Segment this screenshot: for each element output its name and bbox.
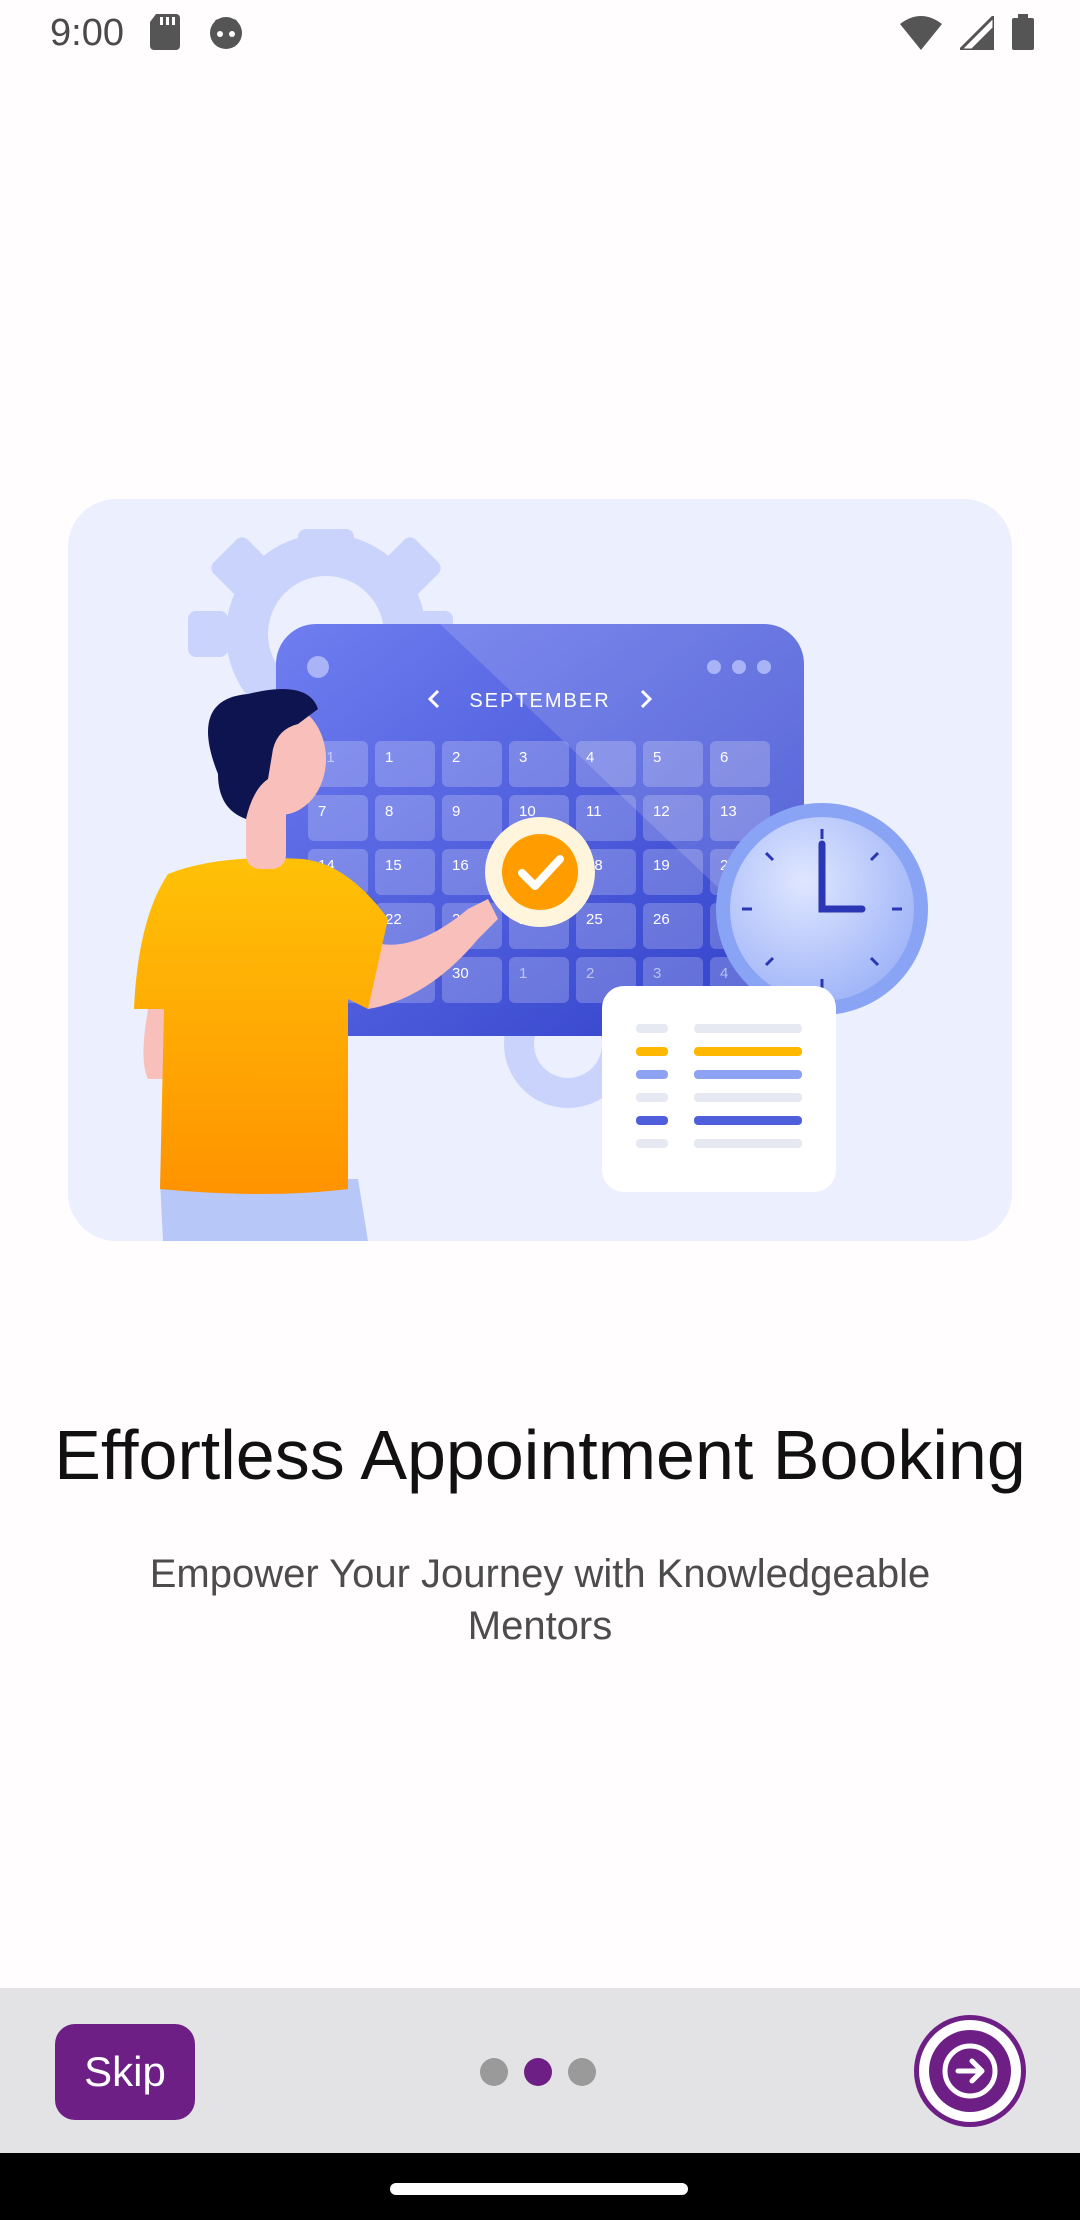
calendar-day-cell	[375, 849, 435, 895]
page-indicator	[480, 2058, 596, 2086]
status-right-icons	[900, 14, 1034, 50]
clock-icon	[716, 803, 928, 1015]
onboarding-illustration: SEPTEMBER 311234567891011121314151617181…	[68, 499, 1012, 1241]
calendar-day-cell	[576, 795, 636, 841]
calendar-day-number: 25	[586, 911, 603, 928]
calendar-day-number: 26	[653, 911, 670, 928]
skip-button[interactable]: Skip	[55, 2024, 195, 2120]
page-dot-active[interactable]	[524, 2058, 552, 2086]
calendar-month: SEPTEMBER	[469, 690, 610, 712]
calendar-day-number: 2	[452, 749, 460, 766]
calendar-day-number: 4	[586, 749, 594, 766]
calendar-day-cell	[375, 795, 435, 841]
list-card	[602, 986, 836, 1192]
calendar-day-number: 6	[720, 749, 728, 766]
calendar-day-cell	[442, 741, 502, 787]
calendar-day-cell	[576, 741, 636, 787]
arrow-right-icon	[942, 2043, 998, 2099]
android-icon	[210, 17, 242, 49]
calendar-day-number: 11	[586, 803, 602, 820]
page-title: Effortless Appointment Booking	[54, 1416, 1026, 1494]
calendar-day-number: 15	[385, 857, 402, 874]
calendar-day-number: 30	[452, 965, 469, 982]
calendar-day-cell	[643, 903, 703, 949]
page-dot[interactable]	[480, 2058, 508, 2086]
status-time: 9:00	[50, 12, 124, 54]
calendar-day-number: 3	[519, 749, 527, 766]
onboarding-screen: 9:00 SEPTEMBER 31 1 2 3 4 5 6 7 8 9 10 1…	[0, 0, 1080, 2220]
calendar-day-number: 3	[653, 965, 661, 982]
status-bar: 9:00	[0, 0, 1080, 66]
calendar-day-number: 4	[720, 965, 728, 982]
calendar-day-number: 8	[385, 803, 393, 820]
signal-icon	[960, 16, 994, 50]
calendar-booking-illustration: SEPTEMBER 311234567891011121314151617181…	[134, 529, 928, 1241]
calendar-day-cell	[509, 741, 569, 787]
calendar-day-cell	[308, 795, 368, 841]
calendar-day-cell	[509, 957, 569, 1003]
calendar-day-cell	[576, 903, 636, 949]
wifi-icon	[900, 16, 942, 50]
calendar-day-number: 16	[452, 857, 469, 874]
calendar-day-cell	[442, 795, 502, 841]
page-dot[interactable]	[568, 2058, 596, 2086]
sd-card-icon	[150, 14, 180, 50]
calendar-day-cell	[643, 849, 703, 895]
calendar-day-number: 7	[318, 803, 326, 820]
calendar-day-number: 5	[653, 749, 661, 766]
home-gesture-handle[interactable]	[390, 2183, 688, 2195]
calendar-day-cell	[375, 741, 435, 787]
system-navigation-bar	[0, 2153, 1080, 2220]
battery-icon	[1012, 14, 1034, 50]
next-button[interactable]	[914, 2015, 1026, 2127]
calendar-day-number: 13	[720, 803, 737, 820]
calendar-day-number: 9	[452, 803, 460, 820]
check-badge-icon	[485, 817, 595, 927]
calendar-day-number: 19	[653, 857, 670, 874]
calendar-day-number: 12	[653, 803, 670, 820]
calendar-day-number: 1	[519, 965, 527, 982]
onboarding-bottom-bar: Skip	[0, 1988, 1080, 2153]
next-button-inner	[929, 2030, 1011, 2112]
calendar-day-number: 1	[385, 749, 393, 766]
page-subtitle: Empower Your Journey with Knowledgeable …	[149, 1552, 931, 1648]
calendar-day-cell	[710, 741, 770, 787]
calendar-day-cell	[643, 795, 703, 841]
calendar-day-cell	[643, 741, 703, 787]
status-left-icons	[150, 14, 244, 50]
calendar-day-number: 2	[586, 965, 594, 982]
